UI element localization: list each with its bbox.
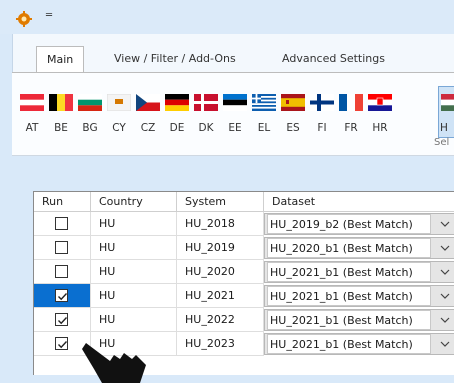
title-bar: ═ [0, 0, 454, 34]
country-cell: HU [91, 284, 177, 308]
flag-dk-icon[interactable] [194, 94, 218, 111]
dataset-value: HU_2019_b2 (Best Match) [267, 214, 431, 234]
column-header-dataset[interactable]: Dataset [264, 192, 454, 212]
country-code-label: FI [317, 122, 327, 134]
ribbon-panel [12, 72, 454, 156]
country-code-label: ES [286, 122, 300, 134]
country-code-label: CZ [140, 122, 156, 134]
system-cell: HU_2019 [177, 236, 264, 260]
run-checkbox-checked[interactable] [55, 337, 68, 350]
dataset-value: HU_2021_b1 (Best Match) [267, 262, 431, 282]
table-row-run-cell[interactable] [34, 308, 91, 332]
flag-hu-icon[interactable] [441, 94, 454, 111]
dataset-dropdown[interactable]: HU_2021_b1 (Best Match) [264, 285, 454, 307]
dataset-value: HU_2021_b1 (Best Match) [267, 310, 431, 330]
chevron-down-icon[interactable] [438, 217, 452, 231]
flag-de-icon[interactable] [165, 94, 189, 111]
system-cell: HU_2020 [177, 260, 264, 284]
hand-pointer-icon [82, 343, 146, 383]
dataset-value: HU_2020_b1 (Best Match) [267, 238, 431, 258]
chevron-down-icon[interactable] [438, 241, 452, 255]
column-header-country[interactable]: Country [91, 192, 177, 212]
run-checkbox-checked[interactable] [55, 313, 68, 326]
chevron-down-icon[interactable] [438, 337, 452, 351]
flag-ee-icon[interactable] [223, 94, 247, 111]
dataset-dropdown[interactable]: HU_2021_b1 (Best Match) [264, 333, 454, 355]
dataset-value: HU_2021_b1 (Best Match) [267, 334, 431, 354]
flag-cy-icon[interactable] [107, 94, 131, 111]
run-checkbox[interactable] [55, 241, 68, 254]
flag-be-icon[interactable] [49, 94, 73, 111]
run-checkbox[interactable] [55, 217, 68, 230]
country-code-label: DK [198, 122, 214, 134]
country-cell: HU [91, 260, 177, 284]
table-row-run-cell[interactable] [34, 260, 91, 284]
country-code-label: EL [257, 122, 271, 134]
system-cell: HU_2022 [177, 308, 264, 332]
flag-el-icon[interactable] [252, 94, 276, 111]
column-header-run[interactable]: Run [34, 192, 91, 212]
country-code-label: BE [54, 122, 68, 134]
flag-bg-icon[interactable] [78, 94, 102, 111]
run-checkbox-checked[interactable] [55, 289, 68, 302]
chevron-down-icon[interactable] [438, 313, 452, 327]
country-code-label: H [440, 122, 448, 134]
country-code-label: AT [25, 122, 39, 134]
dataset-dropdown[interactable]: HU_2019_b2 (Best Match) [264, 213, 454, 235]
country-code-label: CY [112, 122, 126, 134]
country-code-label: FR [344, 122, 358, 134]
run-checkbox[interactable] [55, 265, 68, 278]
tab-main[interactable]: Main [36, 46, 85, 73]
flag-at-icon[interactable] [20, 94, 44, 111]
country-code-label: EE [228, 122, 242, 134]
country-code-label: HR [372, 122, 388, 134]
country-cell: HU [91, 212, 177, 236]
dataset-dropdown[interactable]: HU_2020_b1 (Best Match) [264, 237, 454, 259]
dataset-dropdown[interactable]: HU_2021_b1 (Best Match) [264, 261, 454, 283]
table-row-run-cell[interactable] [34, 236, 91, 260]
chevron-down-icon[interactable] [438, 265, 452, 279]
table-row-run-cell[interactable] [34, 212, 91, 236]
gear-icon[interactable] [16, 11, 32, 27]
country-code-label: DE [169, 122, 185, 134]
flag-es-icon[interactable] [281, 94, 305, 111]
system-cell: HU_2021 [177, 284, 264, 308]
quick-access-dropdown[interactable]: ═ [46, 10, 52, 21]
country-cell: HU [91, 236, 177, 260]
country-code-label: BG [82, 122, 98, 134]
chevron-down-icon[interactable] [438, 289, 452, 303]
select-group-label: Sel [434, 137, 450, 148]
table-row-run-cell[interactable] [34, 284, 91, 308]
system-cell: HU_2018 [177, 212, 264, 236]
tab-advanced-settings[interactable]: Advanced Settings [272, 46, 395, 72]
dataset-value: HU_2021_b1 (Best Match) [267, 286, 431, 306]
dataset-dropdown[interactable]: HU_2021_b1 (Best Match) [264, 309, 454, 331]
flag-hr-icon[interactable] [368, 94, 392, 111]
country-cell: HU [91, 308, 177, 332]
flag-fi-icon[interactable] [310, 94, 334, 111]
flag-fr-icon[interactable] [339, 94, 363, 111]
tab-view-filter-addons[interactable]: View / Filter / Add-Ons [104, 46, 246, 72]
flag-cz-icon[interactable] [136, 94, 160, 111]
column-header-system[interactable]: System [177, 192, 264, 212]
system-cell: HU_2023 [177, 332, 264, 356]
